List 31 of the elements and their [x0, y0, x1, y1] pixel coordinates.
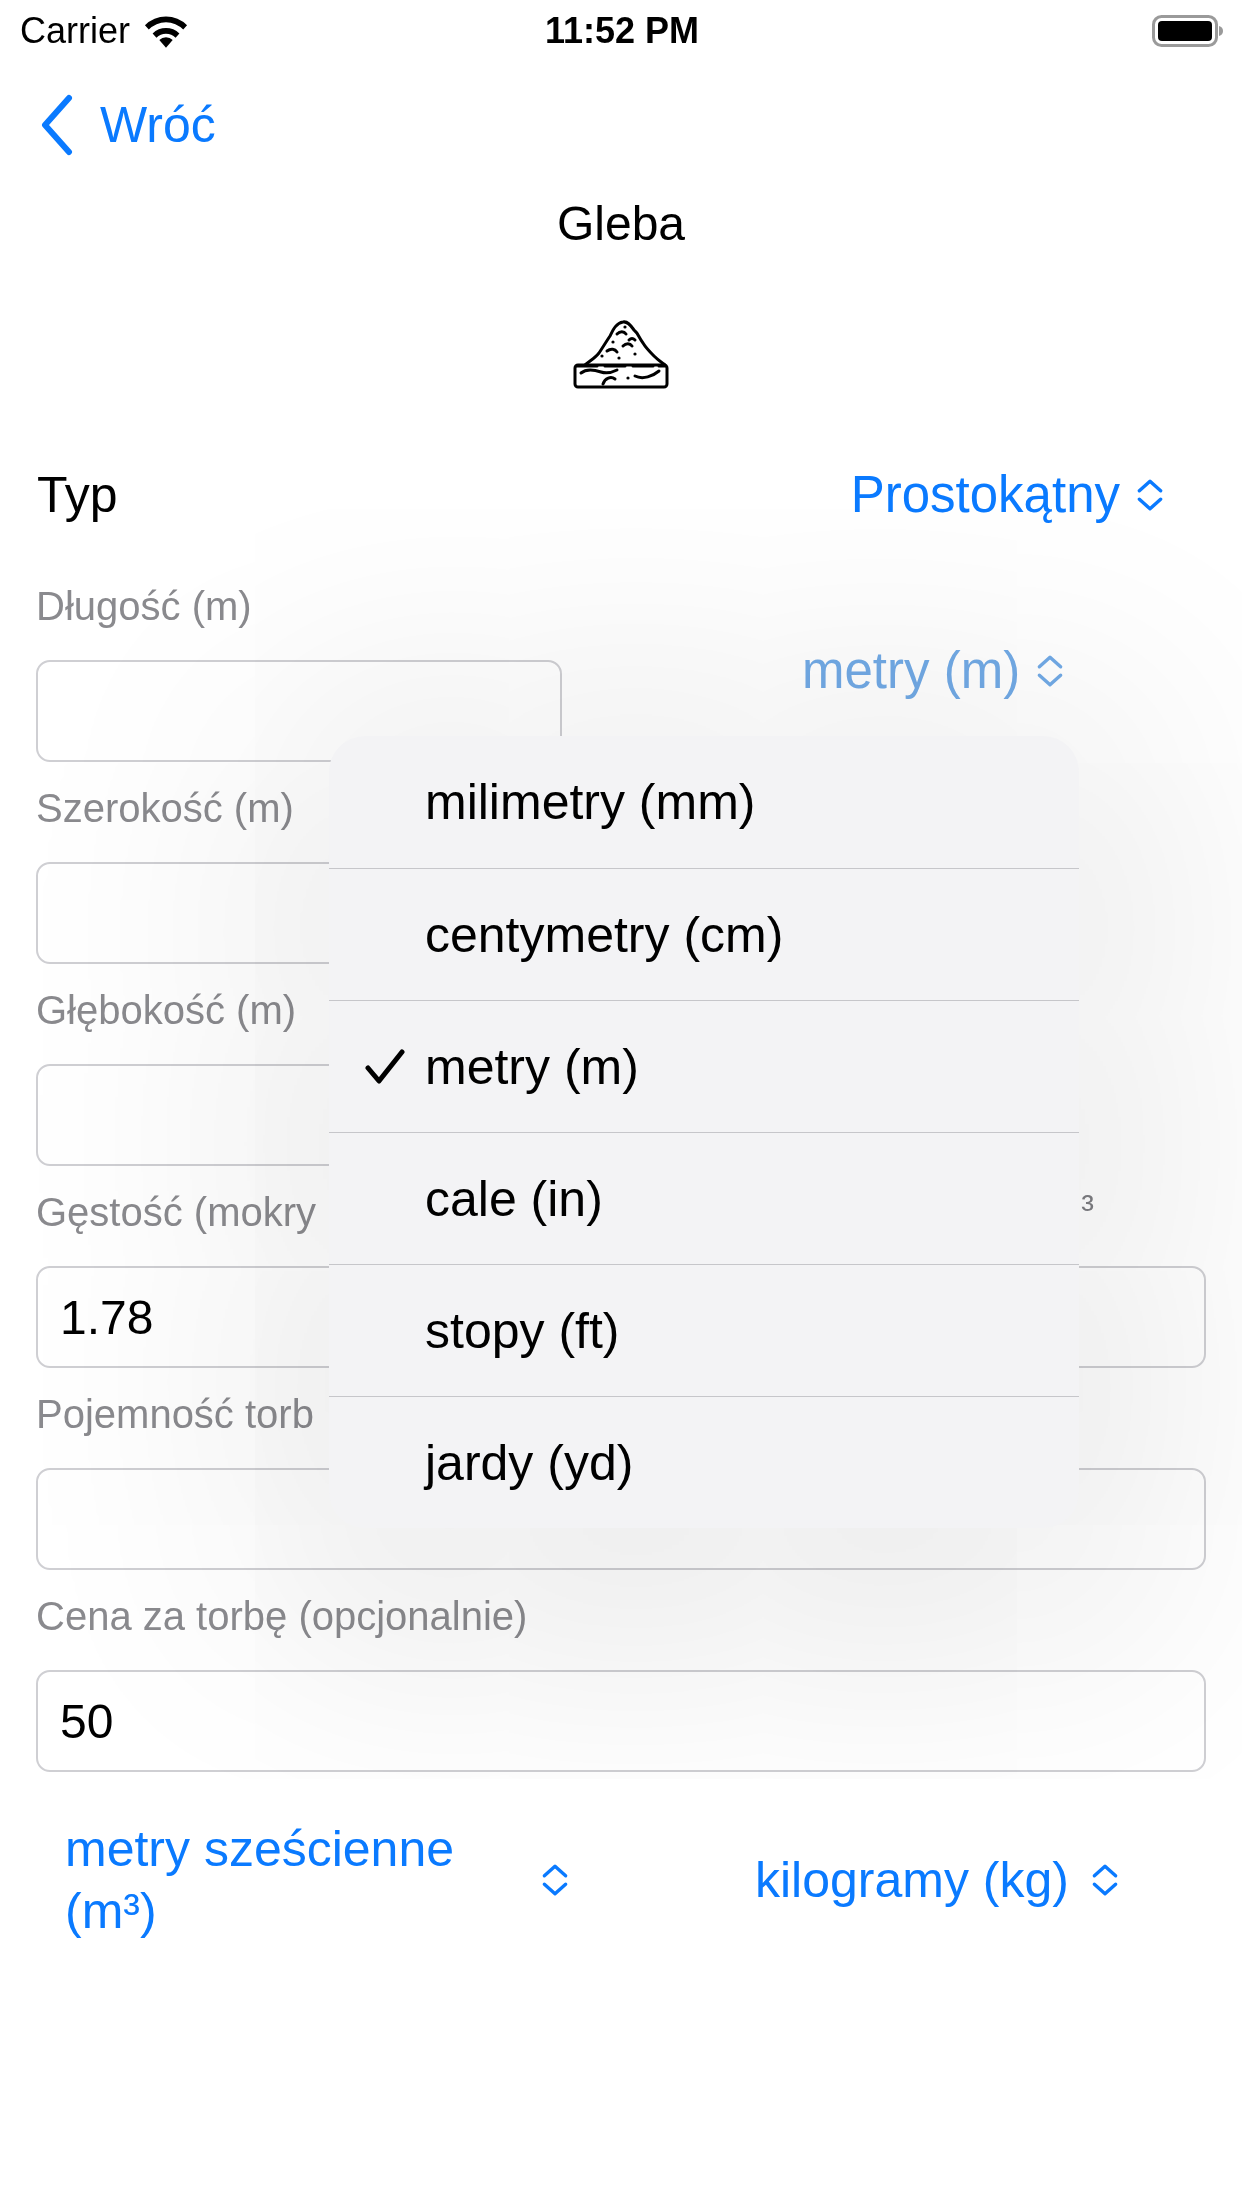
input-field[interactable]: 50 [36, 1670, 1206, 1772]
wifi-icon [144, 14, 188, 48]
shape-picker[interactable]: Prostokątny [850, 464, 1164, 526]
menu-item[interactable]: cale (in) [329, 1132, 1079, 1264]
menu-item[interactable]: stopy (ft) [329, 1264, 1079, 1396]
result-unit-picker[interactable]: kilogramy (kg) [755, 1849, 1119, 1911]
field-label: Głębokość (m) [36, 987, 297, 1034]
menu-item[interactable]: jardy (yd) [329, 1396, 1079, 1528]
unit-superscript: ³ [1081, 1188, 1094, 1228]
back-button[interactable]: Wróć [40, 94, 216, 156]
screen-title: Gleba [556, 196, 686, 252]
back-chevron-icon [40, 94, 74, 156]
field-label: Pojemność torb [36, 1391, 314, 1438]
type-label: Typ [37, 466, 118, 525]
menu-item[interactable]: centymetry (cm) [329, 868, 1079, 1000]
up-down-chevron-icon [1090, 1863, 1119, 1897]
up-down-chevron-icon [541, 1863, 569, 1897]
up-down-chevron-icon [1136, 478, 1164, 512]
clock-time: 11:52 PM [544, 9, 700, 53]
up-down-chevron-icon [1036, 654, 1065, 688]
battery-icon [1152, 15, 1224, 47]
field-label: Szerokość (m) [36, 785, 294, 832]
carrier-name: Carrier [20, 9, 130, 53]
checkmark-icon [365, 1048, 405, 1085]
soil-pile-icon [572, 318, 670, 390]
field-label: Długość (m) [36, 583, 252, 630]
field-label: Cena za torbę (opcjonalnie) [36, 1593, 528, 1640]
menu-item[interactable]: milimetry (mm) [329, 736, 1079, 868]
menu-item[interactable]: metry (m) [329, 1000, 1079, 1132]
field-label: Gęstość (mokry [36, 1189, 317, 1236]
result-unit-picker[interactable]: metry sześcienne (m³) [65, 1818, 569, 1942]
